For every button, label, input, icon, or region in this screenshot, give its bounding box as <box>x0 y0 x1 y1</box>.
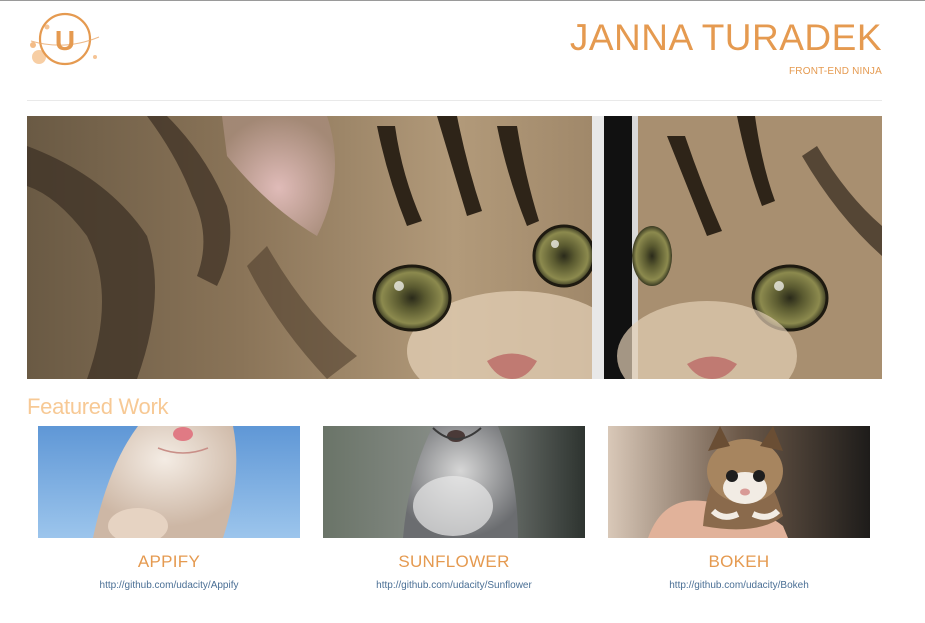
site-tagline: FRONT-END NINJA <box>789 66 882 77</box>
site-owner-name: JANNA TURADEK <box>569 17 882 58</box>
project-card-bokeh: BOKEH http://github.com/udacity/Bokeh <box>608 426 870 591</box>
project-thumbnail[interactable] <box>608 426 870 538</box>
project-title[interactable]: APPIFY <box>38 552 300 572</box>
logo-icon: U <box>30 12 100 66</box>
header-divider <box>27 100 882 101</box>
hero-image <box>27 116 882 379</box>
project-title[interactable]: SUNFLOWER <box>323 552 585 572</box>
udacity-logo[interactable]: U <box>27 7 102 69</box>
project-link[interactable]: http://github.com/udacity/Bokeh <box>608 580 870 591</box>
project-link[interactable]: http://github.com/udacity/Appify <box>38 580 300 591</box>
featured-work-heading: Featured Work <box>27 394 169 419</box>
project-card-sunflower: SUNFLOWER http://github.com/udacity/Sunf… <box>323 426 585 591</box>
project-thumbnail[interactable] <box>38 426 300 538</box>
project-link[interactable]: http://github.com/udacity/Sunflower <box>323 580 585 591</box>
project-card-appify: APPIFY http://github.com/udacity/Appify <box>38 426 300 591</box>
project-thumbnail[interactable] <box>323 426 585 538</box>
svg-text:U: U <box>55 25 75 56</box>
project-title[interactable]: BOKEH <box>608 552 870 572</box>
